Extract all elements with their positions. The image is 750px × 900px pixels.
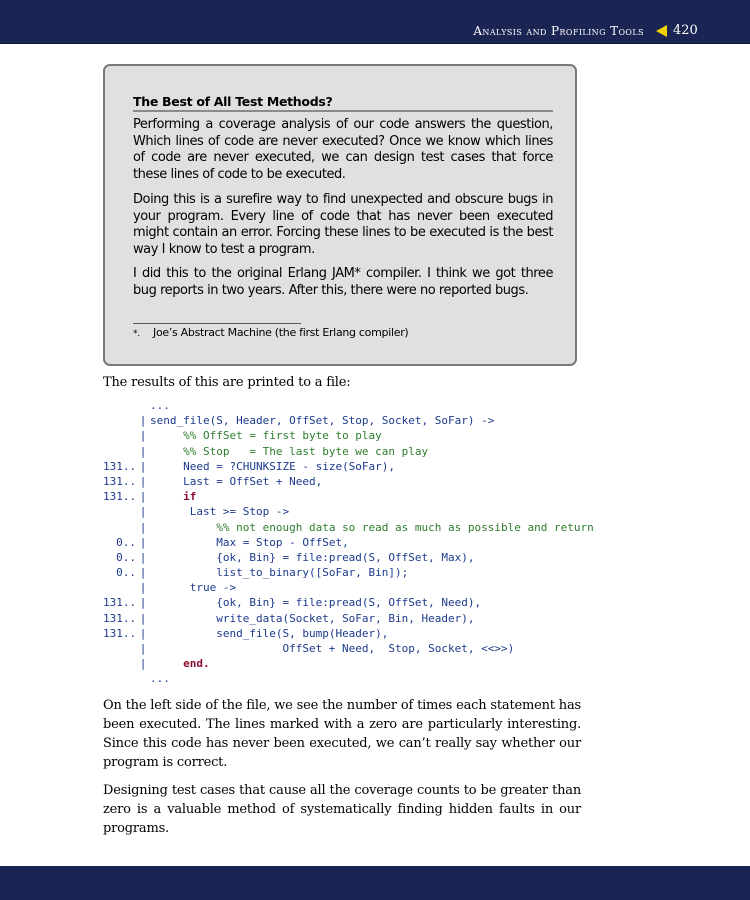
code-line: ... xyxy=(103,671,594,686)
sidebar-footnote: *. Joe’s Abstract Machine (the first Erla… xyxy=(133,326,553,339)
line-separator: | xyxy=(139,550,147,564)
code-line: 131.. | write_data(Socket, SoFar, Bin, He… xyxy=(103,611,594,626)
code-text: send_file(S, bump(Header), xyxy=(216,626,389,640)
code-text: true -> xyxy=(189,581,237,595)
code-line: 131.. | send_file(S, bump(Header), xyxy=(103,626,594,641)
page-number: 420 xyxy=(673,23,698,38)
footnote-text: Joe’s Abstract Machine (the first Erlang… xyxy=(153,326,409,339)
execution-count: 131.. xyxy=(103,459,137,473)
running-header-section: Analysis and Profiling Tools xyxy=(473,24,644,38)
code-line: | OffSet + Need, Stop, Socket, <<>>) xyxy=(103,641,594,656)
code-line: 131.. | {ok, Bin} = file:pread(S, OffSet,… xyxy=(103,595,594,610)
line-separator: | xyxy=(139,444,147,458)
code-line: | send_file(S, Header, OffSet, Stop, Sock… xyxy=(103,413,594,428)
code-line: 0.. | Max = Stop - OffSet, xyxy=(103,535,594,550)
code-line: ... xyxy=(103,398,594,413)
footnote-divider xyxy=(133,323,301,324)
code-line: | %% OffSet = first byte to play xyxy=(103,428,594,443)
code-text: write_data(Socket, SoFar, Bin, Header), xyxy=(216,611,475,625)
line-separator: | xyxy=(139,596,147,610)
code-text: %% OffSet = first byte to play xyxy=(183,429,382,443)
execution-count: 131.. xyxy=(103,611,137,625)
line-separator: | xyxy=(139,581,147,595)
code-line: | end. xyxy=(103,656,594,671)
code-text: Need = ?CHUNKSIZE - size(SoFar), xyxy=(183,459,396,473)
line-separator: | xyxy=(139,429,147,443)
code-text: {ok, Bin} = file:pread(S, OffSet, Max), xyxy=(216,550,475,564)
line-separator: | xyxy=(139,611,147,625)
line-separator: | xyxy=(139,474,147,488)
code-text: end. xyxy=(183,657,210,671)
execution-count: 131.. xyxy=(103,626,137,640)
code-text: {ok, Bin} = file:pread(S, OffSet, Need), xyxy=(216,596,482,610)
code-line: | %% not enough data so read as much as … xyxy=(103,520,594,535)
line-separator: | xyxy=(139,490,147,504)
page-footer-bar xyxy=(0,866,750,900)
code-line: 0.. | list_to_binary([SoFar, Bin]); xyxy=(103,565,594,580)
line-separator: | xyxy=(139,520,147,534)
execution-count: 0.. xyxy=(116,535,136,549)
code-line: 131.. | if xyxy=(103,489,594,504)
code-text: send_file(S, Header, OffSet, Stop, Socke… xyxy=(150,414,495,428)
previous-page-arrow-icon[interactable] xyxy=(656,25,667,37)
execution-count: 131.. xyxy=(103,474,137,488)
code-line: 131.. | Need = ?CHUNKSIZE - size(SoFar), xyxy=(103,459,594,474)
code-text: ... xyxy=(150,672,170,686)
code-text: list_to_binary([SoFar, Bin]); xyxy=(216,566,409,580)
footnote-mark: *. xyxy=(133,329,140,339)
code-text: %% Stop = The last byte we can play xyxy=(183,444,429,458)
sidebar-title: The Best of All Test Methods? xyxy=(133,94,553,112)
line-separator: | xyxy=(139,626,147,640)
body-paragraph: On the left side of the file, we see the… xyxy=(103,698,581,770)
execution-count: 131.. xyxy=(103,596,137,610)
code-text: Last >= Stop -> xyxy=(189,505,290,519)
code-line: 131.. | Last = OffSet + Need, xyxy=(103,474,594,489)
line-separator: | xyxy=(139,642,147,655)
code-text: Max = Stop - OffSet, xyxy=(216,535,349,549)
code-line: | true -> xyxy=(103,580,594,595)
code-line: 0.. | {ok, Bin} = file:pread(S, OffSet, M… xyxy=(103,550,594,565)
line-separator: | xyxy=(139,535,147,549)
code-line: | Last >= Stop -> xyxy=(103,504,594,519)
execution-count: 131.. xyxy=(103,490,137,504)
execution-count: 0.. xyxy=(116,550,136,564)
line-separator: | xyxy=(139,414,147,428)
line-separator: | xyxy=(139,657,147,671)
sidebar-box: The Best of All Test Methods? Performing… xyxy=(103,64,577,366)
body-paragraph: Designing test cases that cause all the … xyxy=(103,783,581,836)
code-line: | %% Stop = The last byte we can play xyxy=(103,444,594,459)
sidebar-paragraph: Doing this is a surefire way to find une… xyxy=(133,192,553,258)
line-separator: | xyxy=(139,505,147,519)
code-text: ... xyxy=(150,399,170,412)
sidebar-paragraph: Performing a coverage analysis of our co… xyxy=(133,117,553,183)
line-separator: | xyxy=(139,566,147,580)
line-separator: | xyxy=(139,459,147,473)
execution-count: 0.. xyxy=(116,566,136,580)
code-text: %% not enough data so read as much as po… xyxy=(216,520,594,534)
code-listing: ... | send_file(S, Header, OffSet, Stop, S… xyxy=(103,398,594,687)
code-text: OffSet + Need, Stop, Socket, <<>>) xyxy=(282,642,515,655)
code-text: Last = OffSet + Need, xyxy=(183,474,323,488)
sidebar-paragraph: I did this to the original Erlang JAM* c… xyxy=(133,266,553,298)
intro-paragraph: The results of this are printed to a fil… xyxy=(103,375,351,390)
code-text: if xyxy=(183,490,197,504)
